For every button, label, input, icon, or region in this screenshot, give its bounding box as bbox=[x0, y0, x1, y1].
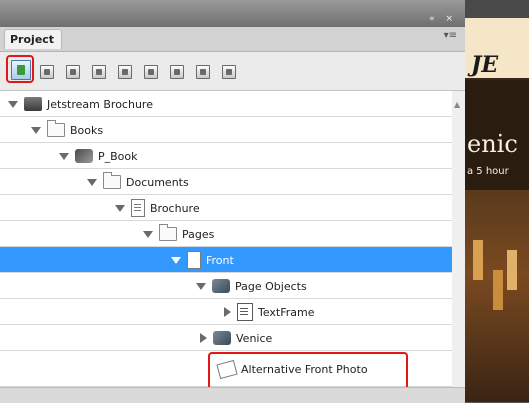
scroll-up-arrow-icon[interactable]: ▲ bbox=[454, 100, 462, 109]
panel-status-bar bbox=[0, 387, 465, 403]
tree-item-label: Venice bbox=[236, 331, 273, 345]
publication-book-icon bbox=[75, 149, 93, 163]
folder-icon bbox=[103, 172, 121, 189]
expand-arrow-icon[interactable] bbox=[115, 204, 125, 212]
preview-logo: JE bbox=[471, 52, 499, 78]
page-objects-icon bbox=[213, 331, 231, 345]
tree-item-venice[interactable]: Venice bbox=[0, 325, 452, 351]
preview-photo bbox=[465, 190, 529, 402]
duplicate-icon[interactable] bbox=[118, 65, 132, 79]
tree-item-label: Jetstream Brochure bbox=[47, 97, 153, 111]
tree-item-label: P_Book bbox=[98, 149, 138, 163]
preview-title: enic bbox=[467, 130, 518, 158]
tree-item-pages[interactable]: Pages bbox=[0, 221, 452, 247]
add-icon[interactable] bbox=[92, 65, 106, 79]
tree-item-brochure[interactable]: Brochure bbox=[0, 195, 452, 221]
tab-strip bbox=[0, 27, 465, 52]
expand-arrow-icon[interactable] bbox=[171, 256, 181, 264]
panel-menu-icon[interactable]: ▾≡ bbox=[444, 30, 457, 41]
tree-item-label: Books bbox=[70, 123, 104, 137]
settings-icon[interactable] bbox=[222, 65, 236, 79]
delete-icon[interactable] bbox=[144, 65, 158, 79]
tab-project[interactable]: Project bbox=[4, 29, 62, 49]
collapse-arrow-icon[interactable] bbox=[224, 307, 231, 317]
properties-icon[interactable] bbox=[66, 65, 80, 79]
collapse-arrow-icon[interactable] bbox=[200, 333, 207, 343]
expand-arrow-icon[interactable] bbox=[8, 100, 18, 108]
tree-item-label: TextFrame bbox=[258, 305, 315, 319]
document-preview: JE enic a 5 hour bbox=[465, 0, 529, 402]
layout-icon[interactable] bbox=[196, 65, 210, 79]
expand-arrow-icon[interactable] bbox=[59, 152, 69, 160]
tree-item-label: Documents bbox=[126, 175, 189, 189]
tree-item-label: Brochure bbox=[150, 201, 200, 215]
save-icon[interactable] bbox=[40, 65, 54, 79]
document-icon bbox=[131, 199, 145, 217]
preview-top-strip bbox=[465, 0, 529, 18]
tree-item-label: Front bbox=[206, 253, 234, 267]
project-toolbar bbox=[0, 52, 465, 91]
project-panel: « × Project ▾≡ Jetstream Brochure Books bbox=[0, 0, 465, 403]
tree-item-label: Pages bbox=[182, 227, 215, 241]
tree-item-page-objects[interactable]: Page Objects bbox=[0, 273, 452, 299]
project-tree: Jetstream Brochure Books P_Book Document… bbox=[0, 91, 452, 387]
expand-arrow-icon[interactable] bbox=[31, 126, 41, 134]
tree-scrollbar[interactable] bbox=[452, 91, 465, 387]
tree-item-p-book[interactable]: P_Book bbox=[0, 143, 452, 169]
expand-arrow-icon[interactable] bbox=[87, 178, 97, 186]
folder-icon bbox=[47, 120, 65, 137]
tree-item-textframe[interactable]: TextFrame bbox=[0, 299, 452, 325]
tree-item-label: Page Objects bbox=[235, 279, 307, 293]
preview-subtitle: a 5 hour bbox=[467, 166, 509, 177]
book-icon bbox=[24, 97, 42, 111]
page-icon bbox=[187, 251, 201, 269]
text-frame-icon bbox=[237, 303, 253, 321]
tree-item-jetstream-brochure[interactable]: Jetstream Brochure bbox=[0, 91, 452, 117]
page-objects-icon bbox=[212, 279, 230, 293]
expand-arrow-icon[interactable] bbox=[196, 282, 206, 290]
expand-arrow-icon[interactable] bbox=[143, 230, 153, 238]
panel-title-bar: « × bbox=[0, 0, 465, 27]
new-page-icon[interactable] bbox=[170, 65, 184, 79]
panel-window-controls[interactable]: « × bbox=[429, 14, 457, 24]
tree-item-front[interactable]: Front bbox=[0, 247, 452, 273]
select-item-icon[interactable] bbox=[11, 60, 31, 80]
tree-item-documents[interactable]: Documents bbox=[0, 169, 452, 195]
alternative-item-highlight-box bbox=[208, 352, 408, 390]
tree-item-books[interactable]: Books bbox=[0, 117, 452, 143]
folder-icon bbox=[159, 224, 177, 241]
